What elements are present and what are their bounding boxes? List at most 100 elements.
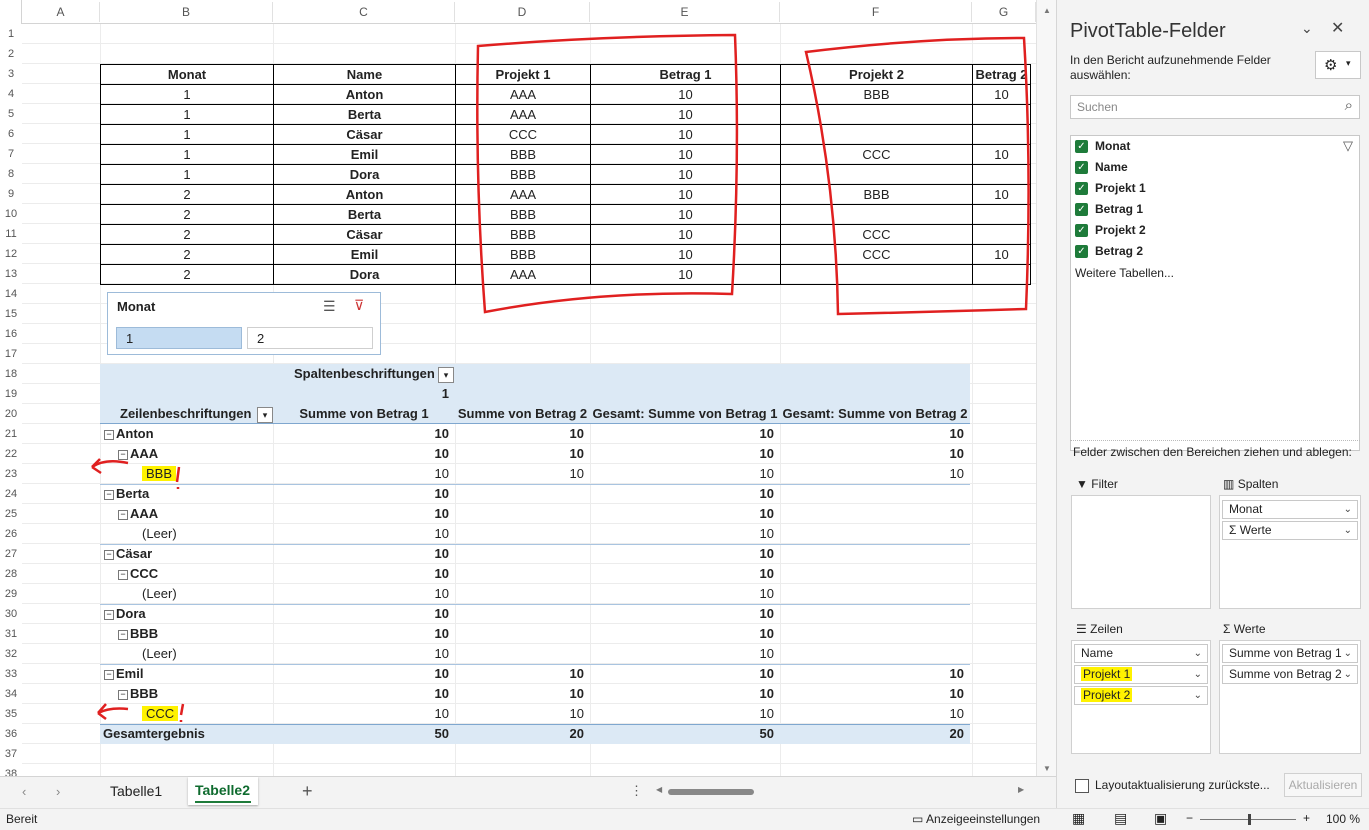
worksheet-area[interactable]: ABCDEFG 1 2 3 4 5 6 7 8 9 10 11 12 13 14 15 16 17 18 19 20 2… [0,0,1056,776]
row-header[interactable]: 13 [0,264,22,284]
collapse-button[interactable]: − [104,490,114,500]
display-settings-button[interactable]: ▭ Anzeigeeinstellungen [912,812,1040,826]
row-header[interactable]: 2 [0,44,22,64]
field-list[interactable]: ✓ Monat ✓ Name ✓ Projekt 1 ✓ Betrag 1 ✓ Projekt 2… [1070,135,1360,451]
zoom-out-icon[interactable]: − [1186,811,1193,825]
collapse-button[interactable]: − [118,630,128,640]
row-header[interactable]: 14 [0,284,22,304]
rows-item-name[interactable]: Name ⌄ [1074,644,1208,663]
column-header[interactable]: G [972,2,1036,22]
field-search[interactable]: Suchen ⌕ [1070,95,1360,119]
close-icon[interactable]: ✕ [1331,18,1344,38]
col-filter-icon[interactable]: ▾ [438,367,454,383]
more-tables-link[interactable]: Weitere Tabellen... [1075,266,1174,280]
collapse-button[interactable]: − [118,510,128,520]
clear-filter-icon[interactable]: ⊽ [354,297,364,314]
row-header[interactable]: 26 [0,524,22,544]
column-header[interactable]: F [780,2,972,22]
zoom-slider[interactable] [1200,814,1296,825]
normal-view-icon[interactable]: ▦ [1072,810,1085,827]
collapse-button[interactable]: − [104,550,114,560]
row-header[interactable]: 29 [0,584,22,604]
scroll-up-icon[interactable]: ▲ [1043,6,1051,15]
rows-item-projekt1[interactable]: Projekt 1 ⌄ [1074,665,1208,684]
field-checkbox-checked[interactable]: ✓ [1075,203,1088,216]
row-header[interactable]: 33 [0,664,22,684]
row-header[interactable]: 21 [0,424,22,444]
row-header[interactable]: 30 [0,604,22,624]
row-header[interactable]: 17 [0,344,22,364]
multi-select-icon[interactable]: ☰ [323,298,336,315]
row-header[interactable]: 36 [0,724,22,744]
update-button[interactable]: Aktualisieren [1284,773,1362,797]
row-header[interactable]: 1 [0,24,22,44]
scroll-down-icon[interactable]: ▼ [1043,764,1051,773]
zoom-in-icon[interactable]: + [1303,811,1310,825]
filter-drop-area[interactable] [1071,495,1211,609]
row-header[interactable]: 16 [0,324,22,344]
columns-item-monat[interactable]: Monat ⌄ [1222,500,1358,519]
row-header[interactable]: 37 [0,744,22,764]
row-header[interactable]: 25 [0,504,22,524]
row-header[interactable]: 7 [0,144,22,164]
collapse-button[interactable]: − [118,450,128,460]
collapse-button[interactable]: − [118,570,128,580]
row-header[interactable]: 32 [0,644,22,664]
values-item-betrag2[interactable]: Summe von Betrag 2 ⌄ [1222,665,1358,684]
rows-item-projekt2[interactable]: Projekt 2 ⌄ [1074,686,1208,705]
row-header[interactable]: 12 [0,244,22,264]
row-header[interactable]: 22 [0,444,22,464]
search-icon[interactable]: ⌕ [1345,97,1353,114]
row-header[interactable]: 27 [0,544,22,564]
field-checkbox-checked[interactable]: ✓ [1075,224,1088,237]
column-header[interactable]: E [590,2,780,22]
tab-scroll-left-icon[interactable]: ‹ [22,784,26,799]
columns-drop-area[interactable]: Monat ⌄ Σ Werte ⌄ [1219,495,1361,609]
row-header[interactable]: 11 [0,224,22,244]
collapse-button[interactable]: − [104,670,114,680]
collapse-button[interactable]: − [118,690,128,700]
column-header[interactable]: B [100,2,273,22]
field-checkbox-checked[interactable]: ✓ [1075,161,1088,174]
row-header[interactable]: 3 [0,64,22,84]
slicer-item-2[interactable]: 2 [247,327,373,349]
page-break-icon[interactable]: ▣ [1154,810,1167,827]
collapse-button[interactable]: − [104,610,114,620]
row-header[interactable]: 10 [0,204,22,224]
row-header[interactable]: 31 [0,624,22,644]
row-header[interactable]: 20 [0,404,22,424]
horizontal-scrollbar[interactable]: ◀ ▶ [656,785,1028,798]
field-checkbox-checked[interactable]: ✓ [1075,182,1088,195]
row-header[interactable]: 34 [0,684,22,704]
row-header[interactable]: 9 [0,184,22,204]
collapse-button[interactable]: − [104,430,114,440]
pane-options-icon[interactable]: ⌄ [1301,20,1313,37]
vertical-scrollbar[interactable]: ▲ ▼ [1036,0,1056,776]
tab-scroll-right-icon[interactable]: › [56,784,60,799]
rows-drop-area[interactable]: Name ⌄ Projekt 1 ⌄ Projekt 2 ⌄ [1071,640,1211,754]
columns-item-werte[interactable]: Σ Werte ⌄ [1222,521,1358,540]
row-header[interactable]: 35 [0,704,22,724]
column-header[interactable]: A [22,2,100,22]
field-checkbox-checked[interactable]: ✓ [1075,245,1088,258]
sheet-tab-tabelle1[interactable]: Tabelle1 [110,783,162,799]
page-layout-icon[interactable]: ▤ [1114,810,1127,827]
field-checkbox-checked[interactable]: ✓ [1075,140,1088,153]
row-header[interactable]: 18 [0,364,22,384]
row-header[interactable]: 4 [0,84,22,104]
more-options-icon[interactable]: ⋮ [630,783,643,799]
row-header[interactable]: 5 [0,104,22,124]
row-header[interactable]: 38 [0,764,22,776]
zoom-level[interactable]: 100 % [1326,812,1360,826]
row-header[interactable]: 28 [0,564,22,584]
row-header[interactable]: 24 [0,484,22,504]
defer-update-checkbox[interactable] [1075,779,1089,793]
slicer-monat[interactable]: Monat ☰ ⊽ 1 2 [107,292,381,355]
column-header[interactable]: C [273,2,455,22]
settings-button[interactable]: ⚙ ▾ [1315,51,1361,79]
sheet-tab-tabelle2[interactable]: Tabelle2 [188,777,258,805]
row-header[interactable]: 19 [0,384,22,404]
filter-funnel-icon[interactable]: ▽ [1343,138,1353,154]
row-header[interactable]: 6 [0,124,22,144]
column-header[interactable]: D [455,2,590,22]
